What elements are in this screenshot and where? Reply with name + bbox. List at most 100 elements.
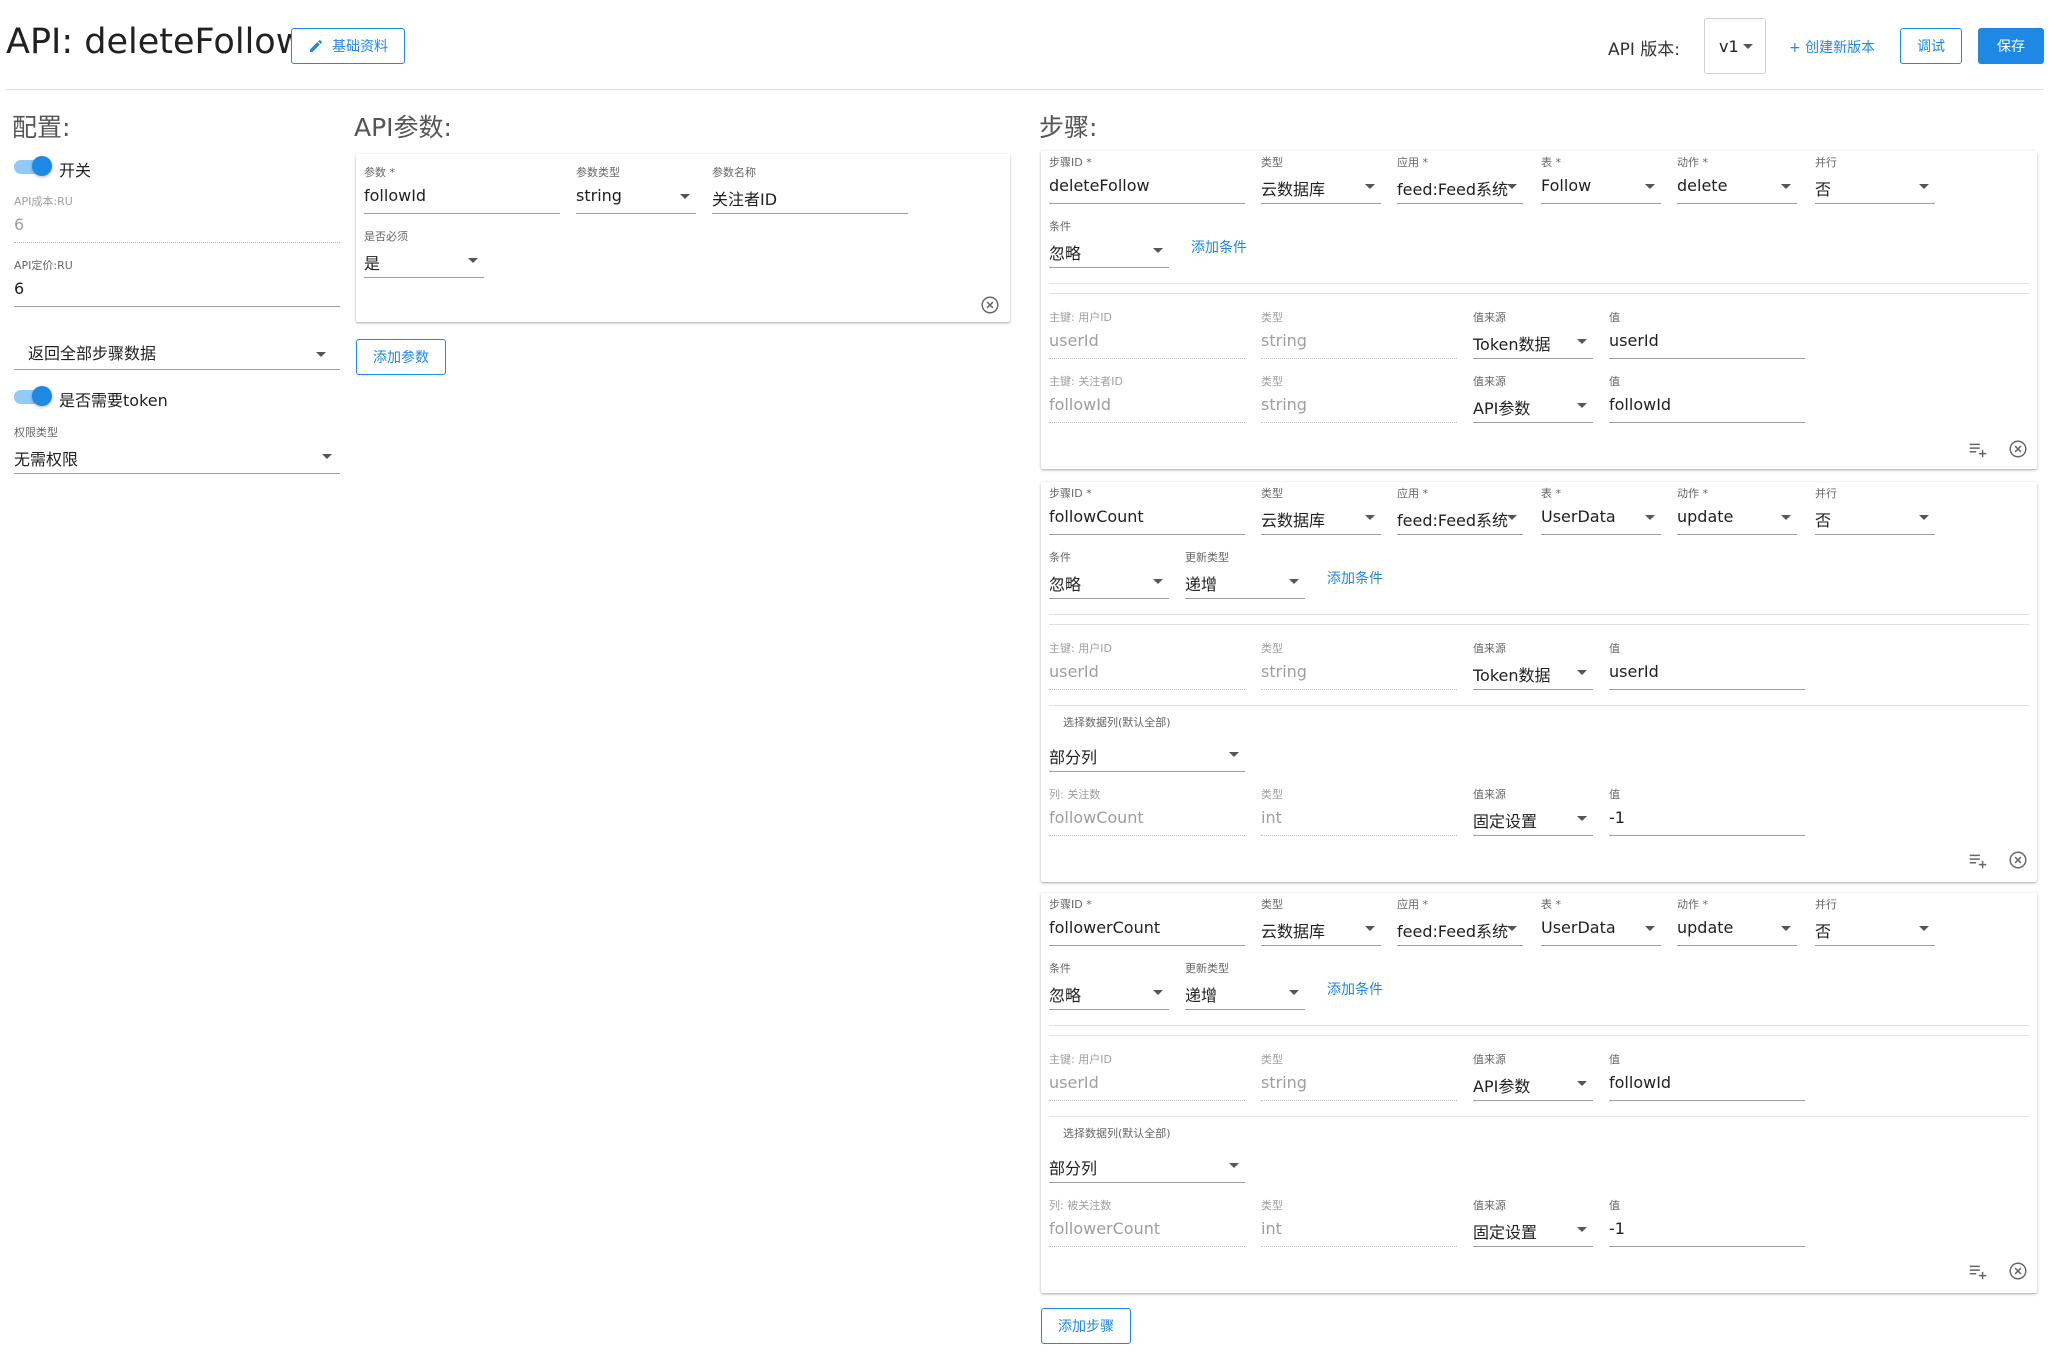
add-step-button[interactable]: 添加步骤 [1041, 1308, 1131, 1344]
key-source-value: Token数据 [1473, 666, 1551, 685]
step-parallel-label: 并行 [1815, 487, 1837, 500]
key-value-label: 值 [1609, 375, 1620, 388]
add-condition-link[interactable]: 添加条件 [1327, 979, 1383, 999]
step-table-label: 表 * [1541, 156, 1561, 169]
chevron-down-icon [1153, 990, 1163, 995]
step-action-value: update [1677, 918, 1734, 937]
playlist-add-icon [1969, 443, 1987, 458]
columns-label: 选择数据列(默认全部) [1063, 716, 1171, 729]
key-source-value: API参数 [1473, 399, 1531, 418]
param-required-value: 是 [364, 254, 381, 273]
page-header: API: deleteFollow 基础资料 API 版本: v1 + 创建新版… [0, 0, 2061, 90]
api-cost-value: 6 [14, 215, 25, 234]
permission-label: 权限类型 [14, 426, 58, 439]
key-type-label: 类型 [1261, 311, 1283, 324]
token-switch[interactable] [14, 386, 52, 406]
step-condition-label: 条件 [1049, 962, 1071, 975]
column-value: followerCount [1049, 1219, 1161, 1238]
column-value: followCount [1049, 808, 1144, 827]
step-action-value: update [1677, 507, 1734, 526]
chevron-down-icon [1153, 579, 1163, 584]
chevron-down-icon [1365, 926, 1375, 931]
add-param-button[interactable]: 添加参数 [356, 339, 446, 375]
step-parallel-value: 否 [1815, 922, 1832, 941]
step-app-label: 应用 * [1397, 156, 1428, 169]
params-title: API参数: [354, 113, 452, 142]
debug-button[interactable]: 调试 [1900, 28, 1962, 64]
steps-title: 步骤: [1039, 113, 1098, 142]
column-label: 列: 关注数 [1049, 788, 1101, 801]
enable-switch-label: 开关 [59, 161, 92, 180]
remove-param-button[interactable] [979, 294, 1001, 316]
chevron-down-icon [1507, 926, 1517, 931]
key-type-value: string [1261, 662, 1307, 681]
chevron-down-icon [1645, 184, 1655, 189]
column-type-value: int [1261, 1219, 1282, 1238]
step-parallel-label: 并行 [1815, 156, 1837, 169]
key-source-label: 值来源 [1473, 642, 1506, 655]
add-row-button[interactable] [1967, 1260, 1989, 1282]
step-type-value: 云数据库 [1261, 180, 1326, 199]
add-row-button[interactable] [1967, 849, 1989, 871]
chevron-down-icon [680, 194, 690, 199]
chevron-down-icon [1919, 515, 1929, 520]
add-row-button[interactable] [1967, 438, 1989, 460]
step-id-label: 步骤ID * [1049, 898, 1092, 911]
step-id-label: 步骤ID * [1049, 487, 1092, 500]
chevron-down-icon [1577, 816, 1587, 821]
key-type-label: 类型 [1261, 1053, 1283, 1066]
step-app-value: feed:Feed系统 [1397, 922, 1509, 941]
key-value-value: followId [1609, 1073, 1672, 1092]
step-type-value: 云数据库 [1261, 922, 1326, 941]
chevron-down-icon [1781, 926, 1791, 931]
remove-step-button[interactable] [2007, 1260, 2029, 1282]
column-value-value: -1 [1609, 1219, 1625, 1238]
chevron-down-icon [1577, 339, 1587, 344]
chevron-down-icon [1781, 515, 1791, 520]
add-condition-link[interactable]: 添加条件 [1191, 237, 1247, 257]
step-action-label: 动作 * [1677, 487, 1708, 500]
step-table-value: UserData [1541, 918, 1616, 937]
remove-step-button[interactable] [2007, 849, 2029, 871]
param-type-value: string [576, 186, 622, 205]
chevron-down-icon [1781, 184, 1791, 189]
version-select[interactable]: v1 [1704, 18, 1766, 74]
save-button[interactable]: 保存 [1978, 28, 2044, 64]
step-condition-value: 忽略 [1049, 244, 1082, 263]
step-id-value: followCount [1049, 507, 1144, 526]
remove-step-button[interactable] [2007, 438, 2029, 460]
create-version-link[interactable]: + 创建新版本 [1789, 37, 1875, 57]
param-name-label: 参数 * [364, 166, 395, 179]
step-table-value: Follow [1541, 176, 1592, 195]
basic-info-button[interactable]: 基础资料 [291, 28, 405, 64]
api-price-value: 6 [14, 279, 25, 298]
api-cost-label: API成本:RU [14, 195, 73, 208]
key-type-value: string [1261, 1073, 1307, 1092]
chevron-down-icon [1229, 1163, 1239, 1168]
chevron-down-icon [1577, 1227, 1587, 1232]
key-type-label: 类型 [1261, 642, 1283, 655]
key-value: followId [1049, 395, 1112, 414]
column-source-value: 固定设置 [1473, 812, 1538, 831]
column-source-label: 值来源 [1473, 1199, 1506, 1212]
chevron-down-icon [1365, 184, 1375, 189]
enable-switch[interactable] [14, 156, 52, 176]
key-label: 主键: 用户ID [1049, 311, 1112, 324]
step-id-label: 步骤ID * [1049, 156, 1092, 169]
chevron-down-icon [468, 258, 478, 263]
key-source-label: 值来源 [1473, 311, 1506, 324]
columns-value: 部分列 [1049, 1159, 1098, 1178]
key-value: userId [1049, 331, 1099, 350]
add-condition-link[interactable]: 添加条件 [1327, 568, 1383, 588]
step-action-value: delete [1677, 176, 1728, 195]
chevron-down-icon [1645, 926, 1655, 931]
key-type-label: 类型 [1261, 375, 1283, 388]
column-source-label: 值来源 [1473, 788, 1506, 801]
step-condition-label: 条件 [1049, 220, 1071, 233]
key-source-value: API参数 [1473, 1077, 1531, 1096]
key-label: 主键: 用户ID [1049, 642, 1112, 655]
param-display-label: 参数名称 [712, 166, 756, 179]
step-action-label: 动作 * [1677, 898, 1708, 911]
step-type-label: 类型 [1261, 898, 1283, 911]
step-card-followCount: 步骤ID * followCount 类型 云数据库 应用 * feed:Fee… [1041, 482, 2037, 882]
